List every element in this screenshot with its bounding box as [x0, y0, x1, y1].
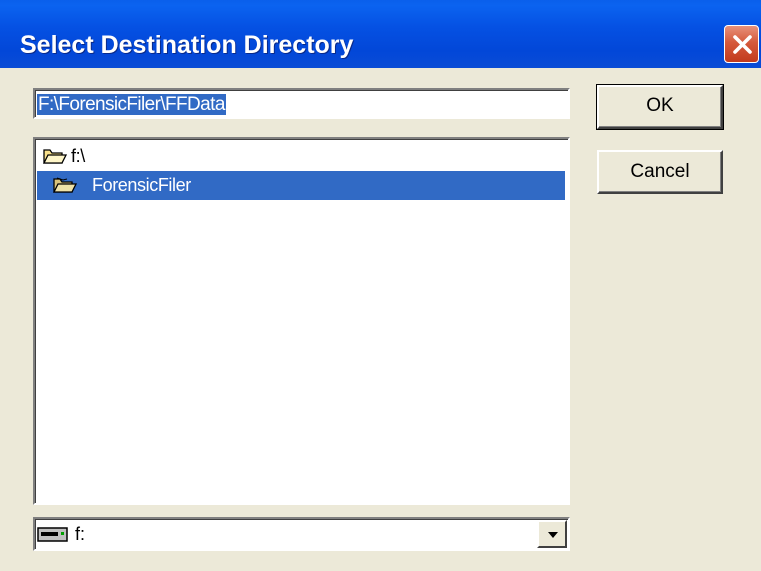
directory-item-forensicfiler[interactable]: ForensicFiler	[37, 171, 565, 200]
directory-path-input[interactable]: F:\ForensicFiler\FFData	[33, 88, 570, 119]
directory-item-root[interactable]: f:\	[37, 142, 557, 171]
chevron-down-icon	[548, 532, 558, 538]
drive-icon	[37, 527, 68, 542]
open-folder-icon	[53, 177, 77, 193]
ok-button[interactable]: OK	[596, 84, 724, 130]
window-title: Select Destination Directory	[20, 31, 354, 59]
close-button[interactable]	[724, 25, 759, 63]
directory-path-text: F:\ForensicFiler\FFData	[37, 94, 226, 115]
drive-select-value: f:	[75, 524, 86, 544]
close-icon	[733, 35, 752, 54]
ok-button-label: OK	[646, 95, 674, 116]
drive-select[interactable]: f:	[33, 517, 570, 551]
directory-list[interactable]: f:\ ForensicFiler	[33, 137, 570, 505]
open-folder-icon	[43, 149, 67, 164]
cancel-button-label: Cancel	[630, 161, 690, 182]
directory-item-label: f:\	[71, 146, 85, 166]
cancel-button[interactable]: Cancel	[597, 150, 723, 194]
drive-dropdown-button[interactable]	[537, 520, 567, 548]
directory-item-label: ForensicFiler	[92, 175, 191, 195]
select-directory-dialog: Select Destination Directory F:\Forensic…	[0, 0, 761, 571]
title-bar[interactable]: Select Destination Directory	[0, 0, 761, 68]
